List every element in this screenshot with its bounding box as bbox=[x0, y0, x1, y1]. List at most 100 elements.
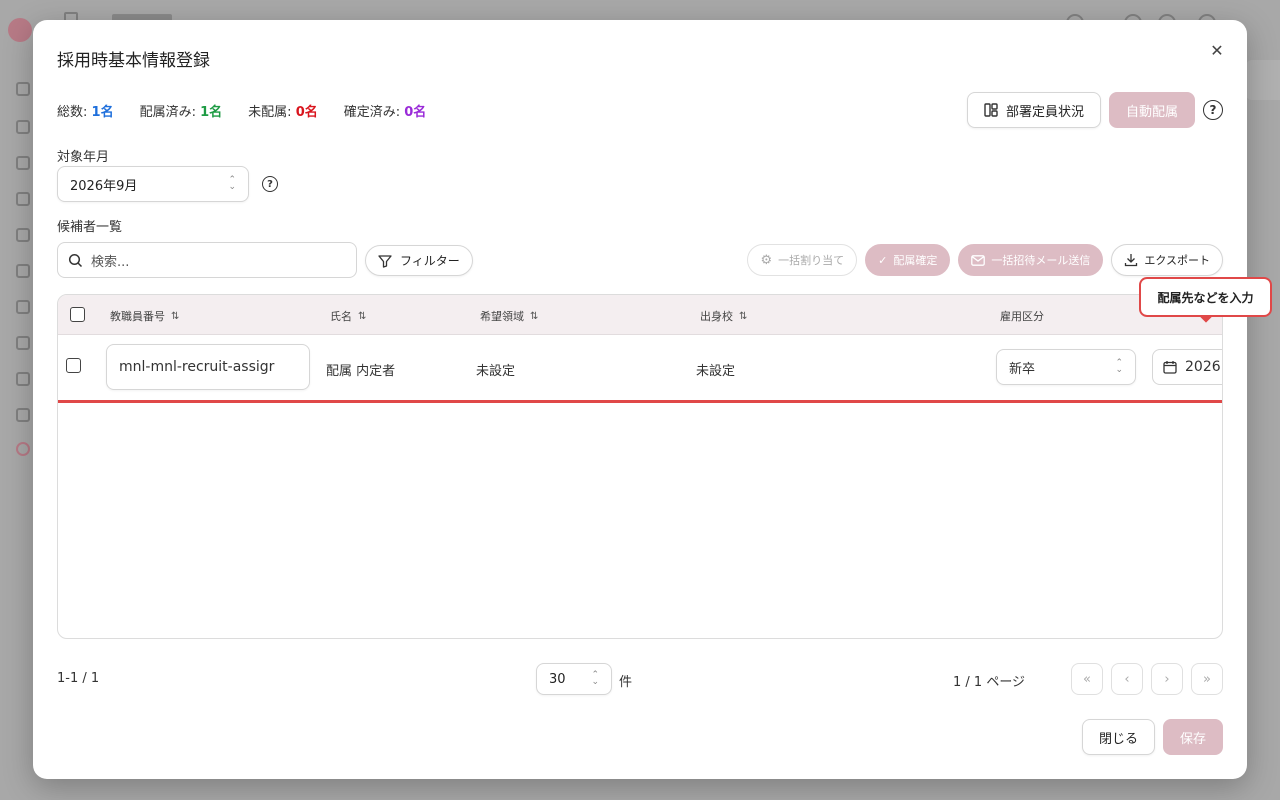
bulk-assign-button[interactable]: ⚙ 一括割り当て bbox=[747, 244, 858, 276]
col-staff-number-label: 教職員番号 bbox=[110, 310, 165, 323]
auto-assign-button[interactable]: 自動配属 bbox=[1108, 92, 1195, 128]
sort-icon: ⇅ bbox=[358, 310, 367, 322]
col-desired-area[interactable]: 希望領域 ⇅ bbox=[480, 308, 538, 324]
modal-title: 採用時基本情報登録 bbox=[57, 51, 210, 71]
updown-chevron-icon: ⌃ ⌄ bbox=[591, 670, 599, 687]
confirm-assign-button[interactable]: ✓ 配属確定 bbox=[865, 244, 951, 276]
top-actions: 部署定員状況 自動配属 ? bbox=[966, 92, 1223, 128]
next-page-icon[interactable]: › bbox=[1151, 663, 1183, 695]
candidates-label: 候補者一覧 bbox=[57, 220, 123, 235]
filter-label: フィルター bbox=[400, 254, 460, 268]
school: 未設定 bbox=[696, 364, 736, 379]
bulk-invite-label: 一括招待メール送信 bbox=[991, 254, 1091, 267]
stat-assigned: 配属済み: 1名 bbox=[140, 101, 223, 120]
nav-icon bbox=[16, 264, 30, 278]
export-label: エクスポート bbox=[1144, 254, 1210, 267]
desired-area: 未設定 bbox=[476, 364, 516, 379]
updown-chevron-icon: ⌃ ⌄ bbox=[1115, 358, 1123, 375]
target-month-label: 対象年月 bbox=[57, 150, 110, 165]
per-page-unit: 件 bbox=[619, 675, 633, 690]
stat-confirmed-label: 確定済み: bbox=[343, 105, 401, 120]
stat-confirmed: 確定済み: 0名 bbox=[344, 101, 427, 120]
employment-type-select[interactable]: 新卒 ⌃ ⌄ bbox=[996, 349, 1136, 385]
nav-icon bbox=[16, 156, 30, 170]
sort-icon: ⇅ bbox=[739, 310, 748, 322]
col-staff-number[interactable]: 教職員番号 ⇅ bbox=[110, 308, 179, 324]
stat-total-label: 総数: bbox=[57, 105, 88, 120]
filter-button[interactable]: フィルター bbox=[365, 245, 473, 276]
layout-icon bbox=[984, 103, 998, 117]
col-name[interactable]: 氏名 ⇅ bbox=[330, 308, 366, 324]
last-page-icon[interactable]: » bbox=[1191, 663, 1223, 695]
employment-type-value: 新卒 bbox=[1009, 361, 1036, 377]
table-header: 教職員番号 ⇅ 氏名 ⇅ 希望領域 ⇅ 出身校 ⇅ 雇用区分 bbox=[58, 295, 1222, 335]
stat-confirmed-value: 0名 bbox=[404, 105, 427, 120]
app-logo-icon bbox=[8, 18, 32, 42]
guide-tooltip: 配属先などを入力 bbox=[1139, 277, 1272, 317]
month-help-icon[interactable]: ? bbox=[262, 176, 278, 192]
stat-unassigned-value: 0名 bbox=[295, 105, 318, 120]
close-icon[interactable]: ✕ bbox=[1207, 40, 1227, 60]
stat-unassigned: 未配属: 0名 bbox=[248, 101, 318, 120]
nav-icon bbox=[16, 372, 30, 386]
col-school-label: 出身校 bbox=[700, 310, 733, 323]
col-employment-type-label: 雇用区分 bbox=[1000, 310, 1044, 323]
col-employment-type: 雇用区分 bbox=[1000, 308, 1044, 324]
stat-total-value: 1名 bbox=[91, 105, 114, 120]
sort-icon: ⇅ bbox=[530, 310, 539, 322]
nav-icon bbox=[16, 442, 30, 456]
confirm-assign-label: 配属確定 bbox=[893, 254, 938, 267]
search-input[interactable]: 検索... bbox=[57, 242, 357, 278]
candidates-table: 教職員番号 ⇅ 氏名 ⇅ 希望領域 ⇅ 出身校 ⇅ 雇用区分 mnl-mnl-recru… bbox=[57, 294, 1223, 639]
col-name-label: 氏名 bbox=[330, 310, 352, 323]
nav-icon bbox=[16, 192, 30, 206]
stat-assigned-label: 配属済み: bbox=[139, 105, 196, 120]
target-month-value: 2026年9月 bbox=[70, 178, 138, 194]
row-checkbox[interactable] bbox=[66, 358, 81, 373]
first-page-icon[interactable]: « bbox=[1071, 663, 1103, 695]
dept-capacity-button[interactable]: 部署定員状況 bbox=[966, 92, 1101, 128]
select-all-checkbox[interactable] bbox=[70, 307, 85, 322]
bulk-assign-label: 一括割り当て bbox=[778, 254, 845, 267]
stat-unassigned-label: 未配属: bbox=[248, 105, 292, 120]
nav-icon bbox=[16, 300, 30, 314]
date-picker[interactable]: 2026 bbox=[1152, 349, 1222, 385]
nav-icon bbox=[16, 82, 30, 96]
search-placeholder: 検索... bbox=[91, 254, 130, 270]
help-icon[interactable]: ? bbox=[1203, 100, 1223, 120]
stat-total: 総数: 1名 bbox=[57, 101, 114, 120]
nav-icon bbox=[16, 228, 30, 242]
summary-stats: 総数: 1名 配属済み: 1名 未配属: 0名 確定済み: 0名 bbox=[57, 101, 426, 120]
search-icon bbox=[68, 253, 83, 267]
bulk-invite-button[interactable]: 一括招待メール送信 bbox=[958, 244, 1104, 276]
col-desired-area-label: 希望領域 bbox=[480, 310, 524, 323]
sort-icon: ⇅ bbox=[171, 310, 180, 322]
background-panel bbox=[1246, 60, 1280, 100]
close-button[interactable]: 閉じる bbox=[1081, 719, 1155, 755]
pagination-buttons: « ‹ › » bbox=[1071, 663, 1223, 695]
col-school[interactable]: 出身校 ⇅ bbox=[700, 308, 747, 324]
nav-icon bbox=[16, 408, 30, 422]
gear-icon: ⚙ bbox=[760, 252, 773, 268]
per-page-select[interactable]: 30 ⌃ ⌄ bbox=[536, 663, 612, 695]
updown-chevron-icon: ⌃ ⌄ bbox=[228, 175, 236, 192]
calendar-icon bbox=[1163, 361, 1177, 374]
nav-icon bbox=[16, 120, 30, 134]
prev-page-icon[interactable]: ‹ bbox=[1111, 663, 1143, 695]
per-page-value: 30 bbox=[549, 671, 566, 687]
download-icon bbox=[1125, 254, 1138, 267]
recruit-info-modal: 採用時基本情報登録 ✕ 総数: 1名 配属済み: 1名 未配属: 0名 確定済み… bbox=[33, 20, 1247, 779]
candidate-name: 配属 内定者 bbox=[326, 364, 396, 379]
staff-number-input[interactable]: mnl-mnl-recruit-assigr bbox=[106, 344, 310, 390]
table-row: mnl-mnl-recruit-assigr 配属 内定者 未設定 未設定 新卒… bbox=[58, 335, 1222, 403]
table-toolbar: ⚙ 一括割り当て ✓ 配属確定 一括招待メール送信 エクスポート bbox=[747, 244, 1223, 276]
nav-icon bbox=[16, 336, 30, 350]
stat-assigned-value: 1名 bbox=[200, 105, 223, 120]
filter-icon bbox=[378, 254, 392, 268]
page-indicator: 1 / 1 ページ bbox=[953, 675, 1026, 690]
export-button[interactable]: エクスポート bbox=[1111, 244, 1223, 276]
save-button[interactable]: 保存 bbox=[1162, 719, 1223, 755]
modal-footer: 閉じる 保存 bbox=[1081, 719, 1223, 755]
target-month-select[interactable]: 2026年9月 ⌃ ⌄ bbox=[57, 166, 249, 202]
date-value: 2026 bbox=[1185, 359, 1221, 375]
